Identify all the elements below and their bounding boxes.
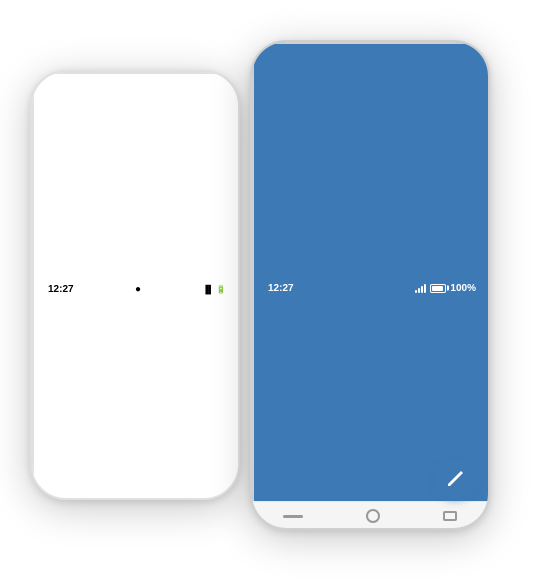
bar1 bbox=[415, 290, 417, 293]
bar3 bbox=[421, 286, 423, 293]
left-phone: 12:27 ● ▐▌ 🔋 ‹ Sunny online bbox=[30, 70, 240, 500]
battery-icon bbox=[430, 284, 446, 293]
right-square-indicator bbox=[443, 511, 457, 521]
right-phone: 12:27 100% Telegram bbox=[250, 40, 490, 530]
left-status-bar: 12:27 ● ▐▌ 🔋 bbox=[32, 72, 240, 500]
bar2 bbox=[418, 288, 420, 293]
right-time: 12:27 bbox=[268, 283, 294, 294]
right-status-bar: 12:27 100% bbox=[252, 42, 490, 530]
status-icons: 100% bbox=[415, 283, 476, 294]
signal-battery-left: ▐▌ 🔋 bbox=[202, 285, 226, 294]
camera-dot: ● bbox=[135, 284, 141, 295]
right-back-indicator bbox=[366, 509, 380, 523]
battery-fill bbox=[432, 286, 443, 291]
right-bottom-bar bbox=[252, 501, 488, 528]
bar4 bbox=[424, 284, 426, 293]
compose-fab[interactable] bbox=[436, 460, 474, 498]
battery-pct: 100% bbox=[450, 283, 476, 294]
phones-container: 12:27 ● ▐▌ 🔋 ‹ Sunny online bbox=[30, 10, 510, 570]
left-time: 12:27 bbox=[48, 284, 74, 295]
right-home-indicator bbox=[283, 515, 303, 518]
signal-bars bbox=[415, 283, 426, 293]
